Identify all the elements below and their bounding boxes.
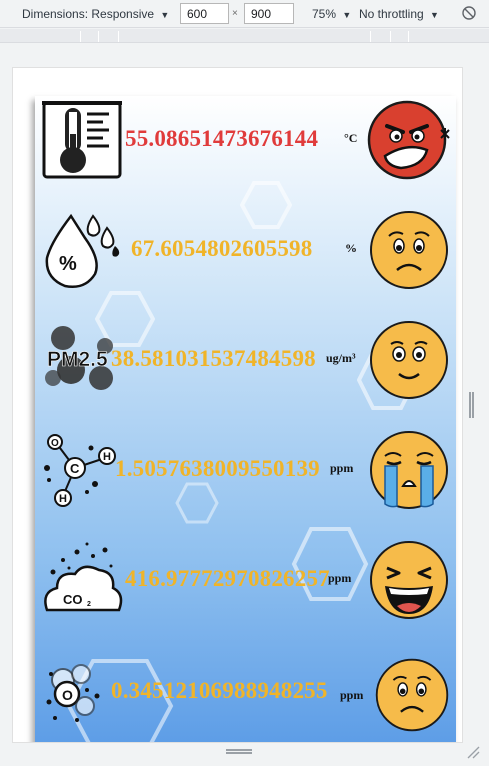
worried-face-icon <box>370 211 448 289</box>
svg-text:O: O <box>62 687 73 703</box>
resize-handle-right[interactable] <box>469 392 474 418</box>
svg-text:C: C <box>70 461 80 476</box>
resize-handle-bottom[interactable] <box>226 749 252 754</box>
humidity-value: 67.6054802605598 <box>131 236 313 261</box>
pm25-value: 38.581031537484598 <box>111 346 316 371</box>
dimensions-dropdown[interactable]: Dimensions: Responsive ▼ <box>22 7 169 21</box>
hcho-unit: ppm <box>330 461 354 475</box>
humidity-drop-icon: % <box>45 213 120 288</box>
width-input[interactable] <box>180 3 229 24</box>
temperature-unit: °C <box>344 131 358 145</box>
reading-row-pm25: PM2.5 38.581031537484598 ug/m³ <box>35 316 456 406</box>
ozone-unit: ppm <box>340 688 364 702</box>
reading-row-co2: CO 2 416.97772970826257 ppm <box>35 536 456 626</box>
svg-text:O: O <box>51 438 59 449</box>
times-separator: × <box>232 8 238 19</box>
throttling-label: No throttling <box>359 7 424 21</box>
angry-face-icon <box>367 100 450 180</box>
hcho-value: 1.5057638009550139 <box>115 456 320 481</box>
svg-text:H: H <box>103 451 111 463</box>
svg-text:H: H <box>59 493 67 505</box>
thermometer-icon <box>42 101 122 179</box>
reading-row-hcho: O C H H 1.5057638009550139 ppm <box>35 426 456 516</box>
sensor-card: 55.08651473676144 °C % 67.6054802605598 … <box>35 96 456 742</box>
resize-corner-icon[interactable] <box>466 745 480 759</box>
chevron-down-icon: ▼ <box>342 10 352 20</box>
device-toolbar: Dimensions: Responsive ▼ × 75% ▼ No thro… <box>0 0 489 28</box>
ruler-tick <box>390 31 391 42</box>
co2-unit: ppm <box>328 571 352 585</box>
throttling-dropdown[interactable]: No throttling ▼ <box>359 7 439 21</box>
dimensions-label: Dimensions: Responsive <box>22 7 155 21</box>
height-input[interactable] <box>244 3 294 24</box>
pm25-unit: ug/m³ <box>326 351 356 365</box>
zoom-dropdown[interactable]: 75% ▼ <box>312 7 351 21</box>
svg-text:%: % <box>59 253 77 275</box>
worried-face-icon <box>375 658 449 732</box>
zoom-label: 75% <box>312 7 337 21</box>
co2-value: 416.97772970826257 <box>125 566 330 591</box>
media-query-ruler[interactable] <box>0 29 489 43</box>
chevron-down-icon: ▼ <box>160 10 170 20</box>
reading-row-ozone: O 0.34512106988948255 ppm <box>35 648 456 738</box>
svg-text:PM2.5: PM2.5 <box>47 348 108 371</box>
formaldehyde-molecule-icon: O C H H <box>44 434 116 507</box>
svg-text:CO: CO <box>63 592 83 607</box>
humidity-unit: % <box>345 241 357 255</box>
reading-row-humidity: % 67.6054802605598 % <box>35 206 456 296</box>
temperature-value: 55.08651473676144 <box>125 126 319 151</box>
ruler-tick <box>80 31 81 42</box>
co2-cloud-icon: CO 2 <box>44 542 123 612</box>
chevron-down-icon: ▼ <box>430 10 439 20</box>
ozone-value: 0.34512106988948255 <box>111 678 328 703</box>
laughing-face-icon <box>370 541 448 619</box>
ruler-tick <box>118 31 119 42</box>
ruler-tick <box>408 31 409 42</box>
smiling-face-icon <box>370 321 448 399</box>
ruler-tick <box>370 31 371 42</box>
svg-text:2: 2 <box>87 601 91 608</box>
ruler-tick <box>98 31 99 42</box>
rotate-icon[interactable] <box>461 5 477 21</box>
crying-face-icon <box>370 431 448 509</box>
reading-row-temperature: 55.08651473676144 °C <box>35 96 456 186</box>
device-viewport: 55.08651473676144 °C % 67.6054802605598 … <box>12 67 463 743</box>
